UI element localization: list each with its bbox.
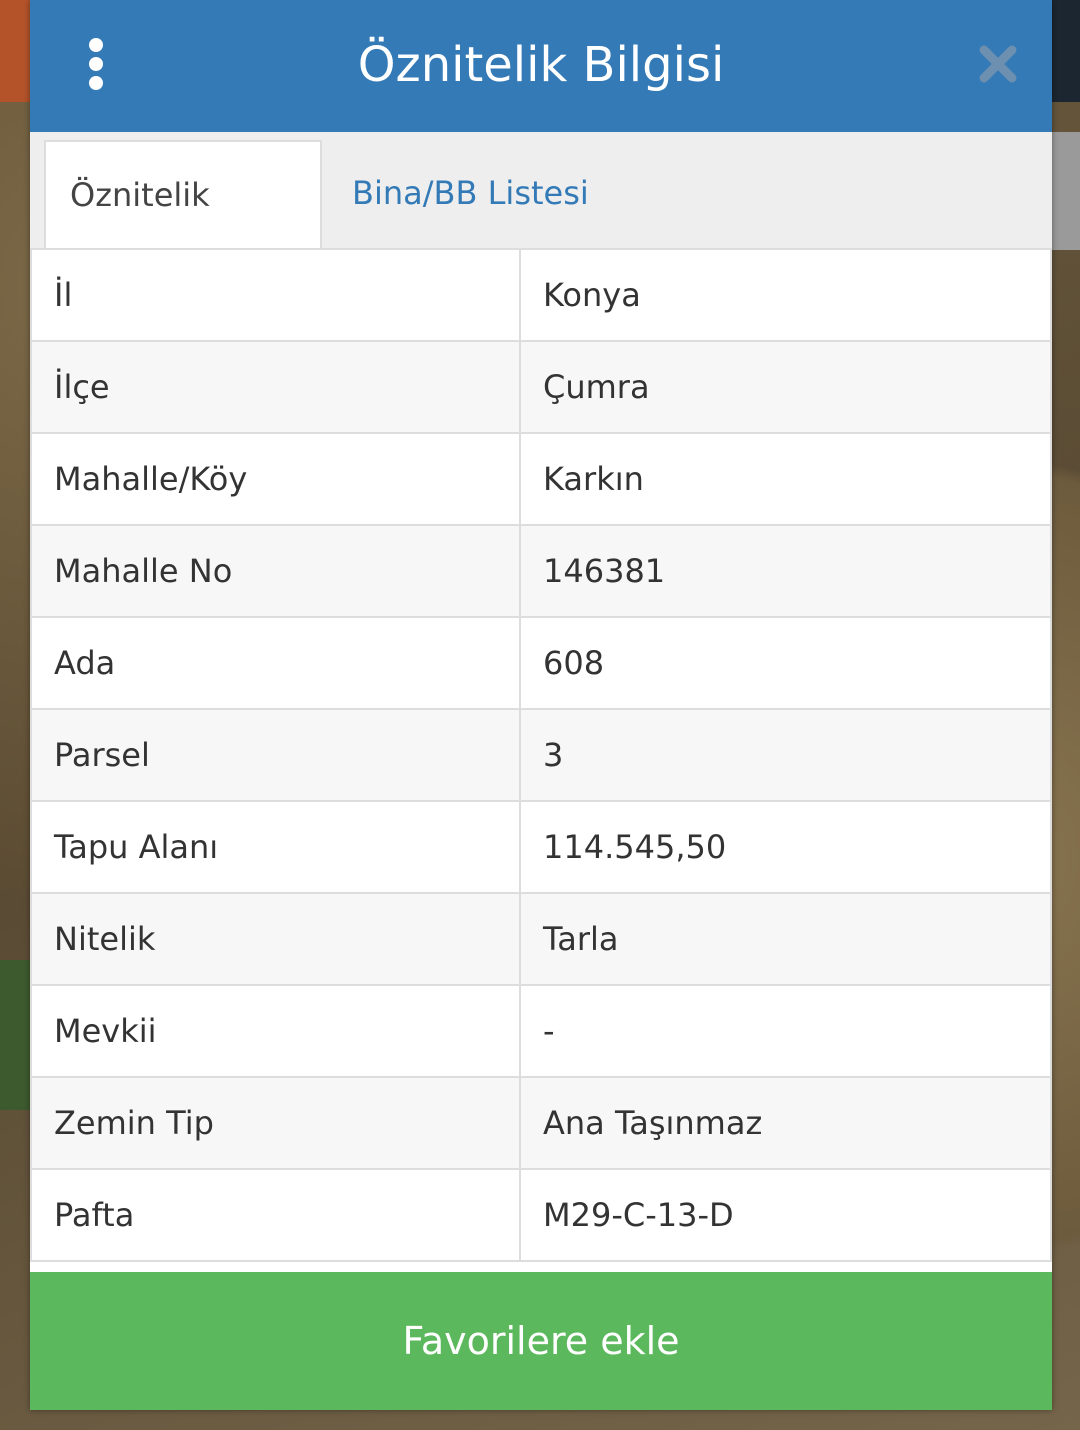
table-row: İlçe Çumra — [30, 340, 1052, 434]
table-row: Zemin Tip Ana Taşınmaz — [30, 1076, 1052, 1170]
attribute-key: İlçe — [30, 340, 521, 434]
attribute-value: Çumra — [519, 340, 1052, 434]
attribute-value: Karkın — [519, 432, 1052, 526]
table-row: Mahalle/Köy Karkın — [30, 432, 1052, 526]
attribute-table: İl Konya İlçe Çumra Mahalle/Köy Karkın M… — [30, 248, 1052, 1262]
attribute-key: Mahalle No — [30, 524, 521, 618]
attribute-key: Zemin Tip — [30, 1076, 521, 1170]
attribute-key: Nitelik — [30, 892, 521, 986]
table-row: Parsel 3 — [30, 708, 1052, 802]
attribute-value: Konya — [519, 248, 1052, 342]
table-row: Tapu Alanı 114.545,50 — [30, 800, 1052, 894]
attribute-key: Ada — [30, 616, 521, 710]
close-x-icon[interactable] — [978, 44, 1018, 84]
table-row: Nitelik Tarla — [30, 892, 1052, 986]
table-row: Mahalle No 146381 — [30, 524, 1052, 618]
dialog-header: Öznitelik Bilgisi — [30, 0, 1052, 132]
scrollbar-thumb[interactable] — [1052, 132, 1080, 250]
attribute-value: 3 — [519, 708, 1052, 802]
attribute-key: Mahalle/Köy — [30, 432, 521, 526]
tab-bar: Öznitelik Bilgisi Bina/BB Listesi — [30, 132, 1052, 320]
attribute-key: Tapu Alanı — [30, 800, 521, 894]
attribute-value: 114.545,50 — [519, 800, 1052, 894]
attribute-value: 146381 — [519, 524, 1052, 618]
attribute-key: İl — [30, 248, 521, 342]
add-to-favorites-button[interactable]: Favorilere ekle — [30, 1272, 1052, 1410]
attribute-key: Mevkii — [30, 984, 521, 1078]
dialog-title: Öznitelik Bilgisi — [357, 37, 725, 93]
map-field-patch — [0, 960, 30, 1110]
attribute-value: Tarla — [519, 892, 1052, 986]
map-layer-strip — [0, 0, 30, 102]
table-row: Mevkii - — [30, 984, 1052, 1078]
table-row: İl Konya — [30, 248, 1052, 342]
table-row: Pafta M29-C-13-D — [30, 1168, 1052, 1262]
tab-attribute-info[interactable]: Öznitelik Bilgisi — [44, 140, 322, 320]
map-layer-strip — [1052, 0, 1080, 102]
attribute-value: - — [519, 984, 1052, 1078]
attribute-value: M29-C-13-D — [519, 1168, 1052, 1262]
tab-building-list[interactable]: Bina/BB Listesi — [328, 140, 613, 246]
attribute-dialog: Öznitelik Bilgisi Öznitelik Bilgisi Bina… — [30, 0, 1052, 1410]
attribute-key: Pafta — [30, 1168, 521, 1262]
table-row: Ada 608 — [30, 616, 1052, 710]
attribute-value: Ana Taşınmaz — [519, 1076, 1052, 1170]
attribute-key: Parsel — [30, 708, 521, 802]
attribute-value: 608 — [519, 616, 1052, 710]
